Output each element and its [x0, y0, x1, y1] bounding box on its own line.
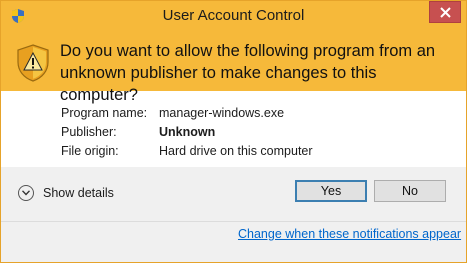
warning-banner: Do you want to allow the following progr…	[1, 31, 466, 104]
no-button[interactable]: No	[374, 180, 446, 202]
dialog-footer: Show details Yes No Change when these no…	[1, 167, 466, 262]
file-origin-label: File origin:	[61, 144, 119, 158]
uac-question: Do you want to allow the following progr…	[60, 42, 436, 104]
yes-button[interactable]: Yes	[295, 180, 367, 202]
show-details-label: Show details	[43, 186, 114, 200]
title-bar: User Account Control	[1, 1, 466, 31]
publisher-label: Publisher:	[61, 125, 117, 139]
file-origin-value: Hard drive on this computer	[159, 144, 313, 158]
footer-divider	[1, 221, 466, 222]
uac-dialog: User Account Control Do you want to allo…	[0, 0, 467, 263]
program-name-label: Program name:	[61, 106, 148, 120]
close-button[interactable]	[429, 1, 461, 23]
close-icon	[440, 7, 451, 18]
notification-settings-link[interactable]: Change when these notifications appear	[238, 227, 461, 241]
chevron-down-circle-icon	[18, 185, 34, 201]
window-title: User Account Control	[162, 7, 305, 24]
warning-shield-icon	[17, 44, 49, 82]
program-name-value: manager-windows.exe	[159, 106, 285, 120]
publisher-value: Unknown	[159, 125, 216, 139]
